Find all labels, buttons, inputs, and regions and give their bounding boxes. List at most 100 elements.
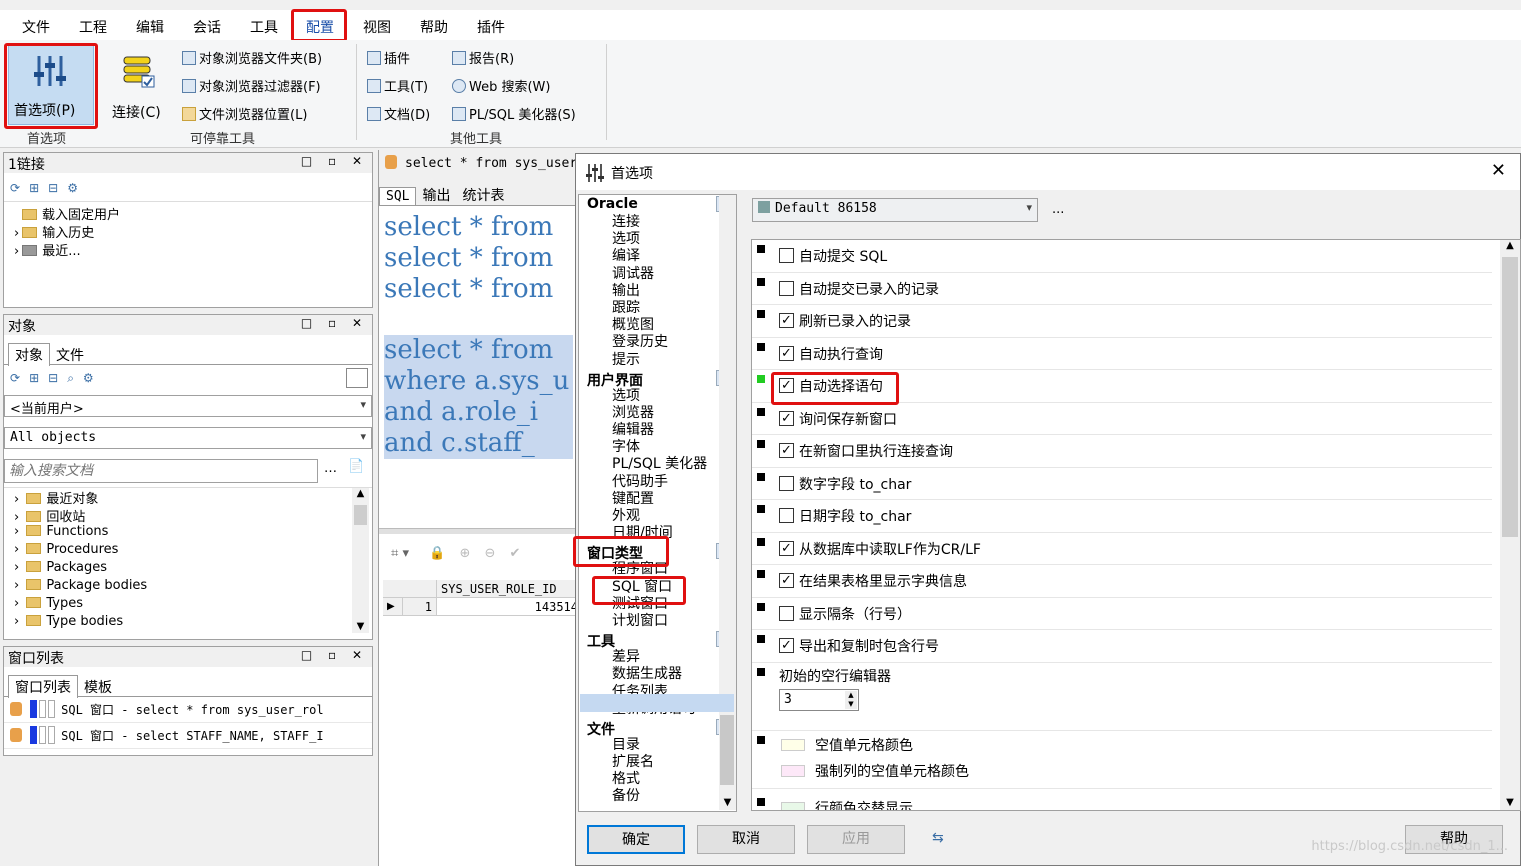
reports-button[interactable]: 报告(R)	[452, 48, 514, 67]
scroll-up-icon[interactable]: ▲	[352, 488, 369, 499]
scroll-thumb[interactable]	[720, 715, 734, 785]
tab-sql[interactable]: SQL	[379, 187, 417, 205]
window-list-item[interactable]: SQL 窗口 - select STAFF_NAME, STAFF_I	[4, 723, 372, 749]
option-checkbox[interactable]: ✓	[779, 573, 794, 588]
nav-item[interactable]: 数据生成器	[579, 666, 736, 683]
splitter[interactable]	[379, 528, 579, 534]
scroll-down-icon[interactable]: ▼	[1500, 797, 1520, 808]
option-checkbox[interactable]: ✓	[779, 638, 794, 653]
color-filter-box[interactable]	[346, 368, 368, 388]
option-checkbox[interactable]: ✓	[779, 313, 794, 328]
option-checkbox[interactable]	[779, 508, 794, 523]
nav-item[interactable]: 编译	[579, 248, 736, 265]
tools-button[interactable]: 工具(T)	[367, 76, 428, 95]
nav-item[interactable]: 备份	[579, 788, 736, 805]
nav-item[interactable]: 概览图	[579, 317, 736, 334]
option-checkbox[interactable]	[779, 475, 794, 491]
search-input[interactable]	[4, 459, 318, 483]
nav-item[interactable]: 代码助手	[579, 474, 736, 491]
tree-item[interactable]: › 最近对象	[4, 488, 372, 507]
expand-icon[interactable]: ⊞	[29, 371, 39, 385]
nav-scrollbar[interactable]: ▼	[719, 195, 736, 810]
object-type-combo[interactable]: All objects ▾	[4, 427, 372, 449]
close-icon[interactable]: ✕	[1491, 160, 1506, 181]
null-color-swatch[interactable]	[781, 739, 805, 751]
collapse-icon[interactable]: ⊟	[48, 181, 58, 195]
options-icon[interactable]: ⚙	[83, 371, 94, 385]
panel-controls[interactable]: □ ▫ ✕	[301, 316, 368, 330]
tree-item[interactable]: › Type bodies	[4, 614, 372, 632]
cancel-button[interactable]: 取消	[697, 825, 795, 854]
nav-item[interactable]: 目录	[579, 737, 736, 754]
nav-item[interactable]: PL/SQL 美化器	[579, 456, 736, 473]
refresh-icon[interactable]: ⟳	[10, 181, 20, 195]
nav-item[interactable]: 选项	[579, 231, 736, 248]
scroll-thumb[interactable]	[1502, 257, 1518, 537]
nav-group-header[interactable]: 文件▼	[579, 718, 736, 738]
apply-button[interactable]: 应用	[807, 825, 905, 854]
object-browser-folders-button[interactable]: 对象浏览器文件夹(B)	[182, 48, 322, 67]
scroll-up-icon[interactable]: ▲	[1500, 240, 1520, 251]
tree-item[interactable]: 载入固定用户	[4, 204, 372, 223]
tree-item[interactable]: › Package bodies	[4, 578, 372, 596]
ok-button[interactable]: 确定	[587, 825, 685, 854]
collapse-icon[interactable]: ⊟	[48, 371, 58, 385]
grid-options-icon[interactable]: ⌗ ▾	[391, 546, 409, 561]
forced-null-color-swatch[interactable]	[781, 765, 805, 777]
nav-item[interactable]: 浏览器	[579, 405, 736, 422]
new-icon[interactable]: 📄	[348, 459, 364, 474]
option-checkbox[interactable]	[779, 280, 794, 296]
insert-row-icon[interactable]: ⊕	[459, 546, 470, 561]
connect-button[interactable]: 连接(C)	[106, 48, 166, 124]
find-icon[interactable]: ⌕	[67, 371, 74, 385]
tree-item[interactable]: › Types	[4, 596, 372, 614]
nav-item[interactable]: 键配置	[579, 491, 736, 508]
scroll-down-icon[interactable]: ▼	[352, 621, 369, 632]
option-checkbox[interactable]: ✓	[779, 443, 794, 458]
nav-item[interactable]: 计划窗口	[579, 613, 736, 630]
option-checkbox[interactable]	[779, 248, 794, 263]
option-checkbox[interactable]: ✓	[779, 410, 794, 426]
tab-statistics[interactable]: 统计表	[456, 184, 510, 206]
more-icon[interactable]: …	[324, 461, 337, 476]
alt-row-color-swatch[interactable]	[781, 802, 805, 810]
refresh-icon[interactable]: ⟳	[10, 371, 20, 385]
nav-item[interactable]: 格式	[579, 771, 736, 788]
scroll-thumb[interactable]	[354, 505, 367, 525]
lock-icon[interactable]: 🔒	[429, 546, 445, 561]
tree-item[interactable]: › 最近...	[4, 240, 372, 259]
tree-item[interactable]: › 输入历史	[4, 222, 372, 241]
option-checkbox[interactable]: ✓	[779, 345, 794, 361]
nav-item[interactable]: 扩展名	[579, 754, 736, 771]
tree-item[interactable]: › Procedures	[4, 542, 372, 560]
panel-controls[interactable]: □ ▫ ✕	[301, 154, 368, 168]
menu-plugins[interactable]: 插件	[477, 17, 505, 37]
user-combo[interactable]: <当前用户> ▾	[4, 395, 372, 417]
nav-item[interactable]: 跟踪	[579, 300, 736, 317]
menu-help[interactable]: 帮助	[420, 17, 448, 37]
option-checkbox[interactable]: ✓	[779, 540, 794, 556]
menu-project[interactable]: 工程	[79, 17, 107, 37]
nav-item[interactable]: 输出	[579, 283, 736, 300]
nav-item[interactable]: 调试器	[579, 266, 736, 283]
nav-item[interactable]: 差异	[579, 649, 736, 666]
tab-output[interactable]: 输出	[416, 184, 456, 206]
panel-controls[interactable]: □ ▫ ✕	[301, 648, 368, 662]
grid-column-header[interactable]: SYS_USER_ROLE_ID	[437, 580, 579, 598]
scrollbar[interactable]: ▲ ▼	[352, 488, 369, 633]
sql-editor[interactable]: select * from select * from select * fro…	[379, 206, 578, 536]
expand-icon[interactable]: ⊞	[29, 181, 39, 195]
window-list-item[interactable]: SQL 窗口 - select * from sys_user_rol	[4, 697, 372, 723]
file-browser-locations-button[interactable]: 文件浏览器位置(L)	[182, 104, 307, 123]
grid-cell[interactable]: 143514	[437, 598, 579, 616]
stepper-arrows-icon[interactable]: ▲ ▼	[845, 691, 857, 709]
tree-item[interactable]: › Packages	[4, 560, 372, 578]
nav-item[interactable]: 提示	[579, 352, 736, 369]
profile-more-button[interactable]: ...	[1052, 202, 1064, 217]
nav-group-header[interactable]: 用户界面▼	[579, 369, 736, 389]
nav-item[interactable]: 连接	[579, 214, 736, 231]
options-icon[interactable]: ⚙	[67, 181, 78, 195]
profile-combo[interactable]: Default 86158 ▾	[752, 198, 1038, 222]
plugins-button[interactable]: 插件	[367, 48, 410, 67]
plsql-beautifier-button[interactable]: PL/SQL 美化器(S)	[452, 104, 576, 123]
